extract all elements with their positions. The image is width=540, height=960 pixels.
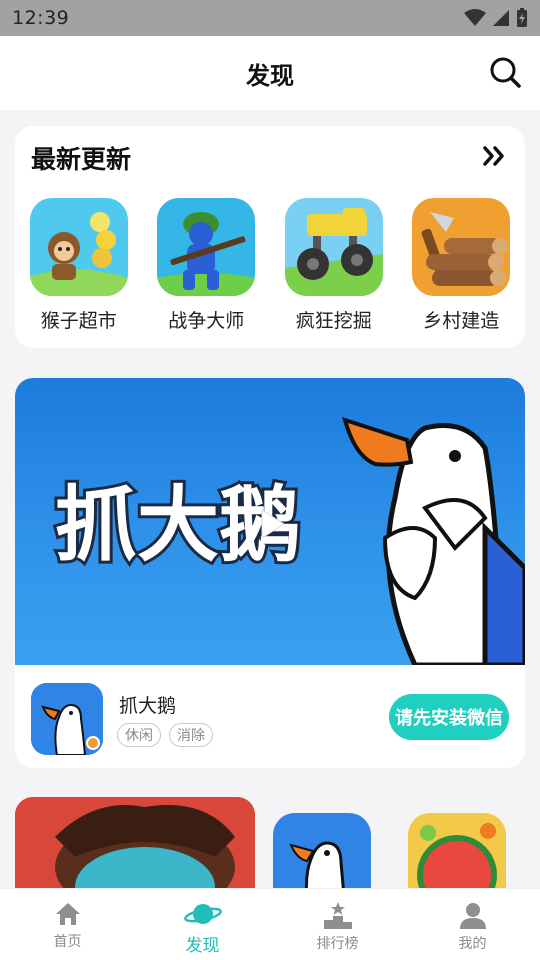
- featured-game-card[interactable]: 抓大鹅 抓大鹅 休闲 消除 请先安装微信: [15, 378, 525, 768]
- app-name: 疯狂挖掘: [295, 310, 372, 332]
- wifi-icon: [464, 9, 486, 26]
- tag: 消除: [169, 723, 213, 747]
- podium-icon: [323, 902, 352, 929]
- nav-item-home[interactable]: 首页: [0, 889, 135, 960]
- app-name: 战争大师: [168, 310, 245, 332]
- nav-label: 首页: [53, 934, 82, 950]
- install-wechat-button[interactable]: 请先安装微信: [389, 694, 509, 740]
- search-button[interactable]: [488, 55, 522, 89]
- recent-updates-card: 最新更新 猴子超市 战争大师 疯狂挖掘 乡村建造: [15, 126, 525, 348]
- app-tile-crazy-dig[interactable]: 疯狂挖掘: [270, 198, 398, 333]
- bottom-nav: 首页 发现 排行榜 我的: [0, 888, 540, 960]
- nav-item-discover[interactable]: 发现: [135, 889, 270, 960]
- game-thumbnail-large[interactable]: [15, 797, 255, 892]
- status-icons: [464, 8, 528, 28]
- recent-app-list: 猴子超市 战争大师 疯狂挖掘 乡村建造: [15, 198, 525, 333]
- game-name: 抓大鹅: [119, 695, 177, 717]
- play-icon[interactable]: [248, 502, 292, 546]
- app-name: 乡村建造: [423, 310, 500, 332]
- crazy-dig-icon: [284, 198, 383, 296]
- search-icon: [490, 57, 521, 88]
- war-master-icon: [157, 198, 256, 296]
- featured-banner[interactable]: 抓大鹅: [15, 378, 525, 665]
- game-thumbnail-watermelon[interactable]: [408, 813, 506, 892]
- nav-label: 我的: [458, 936, 487, 952]
- top-bar: 发现: [0, 36, 540, 110]
- nav-label: 排行榜: [316, 936, 359, 952]
- app-tile-monkey-supermarket[interactable]: 猴子超市: [15, 198, 143, 333]
- goose-game-icon[interactable]: [31, 683, 103, 755]
- battery-icon: [517, 8, 527, 27]
- status-bar: 12:39: [0, 0, 540, 36]
- nav-label: 发现: [185, 936, 220, 956]
- section-title: 最新更新: [31, 145, 132, 174]
- home-icon: [55, 903, 80, 925]
- tag: 休闲: [117, 723, 161, 747]
- game-tags: 休闲 消除: [117, 723, 213, 747]
- monkey-supermarket-icon: [29, 198, 128, 296]
- nav-item-mine[interactable]: 我的: [405, 889, 540, 960]
- app-tile-war-master[interactable]: 战争大师: [143, 198, 271, 333]
- nav-item-ranking[interactable]: 排行榜: [270, 889, 405, 960]
- app-name: 猴子超市: [40, 310, 117, 332]
- user-icon: [459, 903, 486, 929]
- page-title: 发现: [246, 61, 294, 90]
- signal-icon: [493, 10, 509, 26]
- app-tile-village-build[interactable]: 乡村建造: [398, 198, 526, 333]
- status-time: 12:39: [12, 7, 70, 29]
- village-build-icon: [412, 198, 511, 296]
- featured-info: 抓大鹅 休闲 消除 请先安装微信: [15, 665, 525, 768]
- more-games-section: [15, 797, 525, 892]
- double-chevron-right-icon[interactable]: [483, 146, 505, 166]
- planet-icon: [183, 904, 222, 924]
- game-thumbnail-goose[interactable]: [273, 813, 371, 892]
